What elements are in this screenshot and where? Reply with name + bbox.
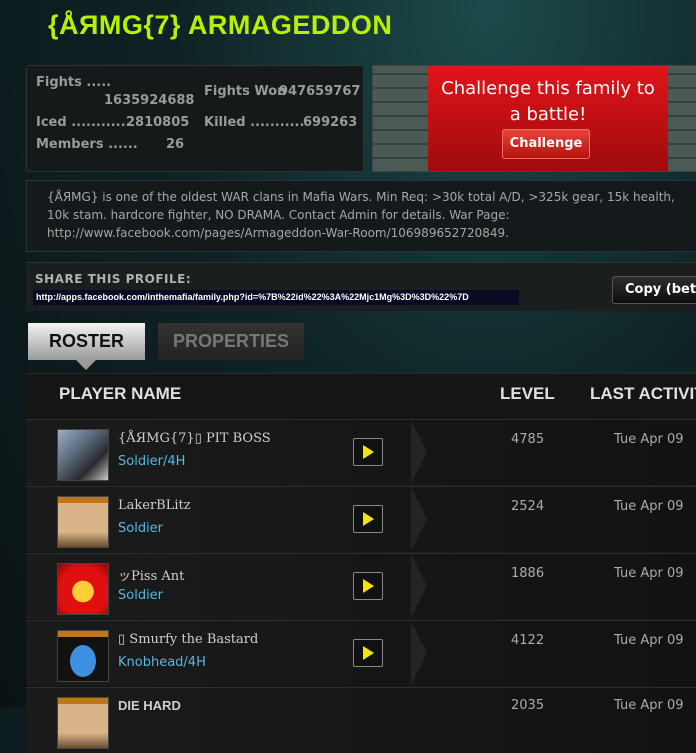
chevron-right-icon [411,554,427,618]
table-row: LakerBLitz Soldier 2524 Tue Apr 09 [26,486,696,552]
avatar[interactable] [57,429,109,481]
player-last-activity: Tue Apr 09 [614,566,684,581]
table-row: ッPiss Ant Soldier 1886 Tue Apr 09 [26,553,696,619]
fights-won-value: 947659767 [279,84,361,99]
play-button[interactable] [353,572,383,600]
player-name[interactable]: DIE HARD [118,698,181,713]
play-icon [363,512,374,526]
player-rank: Soldier [118,588,164,603]
player-last-activity: Tue Apr 09 [614,432,684,447]
active-tab-pointer [76,360,96,370]
avatar[interactable] [57,496,109,548]
player-last-activity: Tue Apr 09 [614,698,684,713]
play-button[interactable] [353,438,383,466]
header-last-activity[interactable]: LAST ACTIVITY [590,384,696,404]
fights-label: Fights ..... [36,75,112,90]
play-icon [363,579,374,593]
player-name[interactable]: LakerBLitz [118,498,191,513]
share-label: SHARE THIS PROFILE: [35,272,192,286]
player-level: 2035 [511,698,545,713]
player-name[interactable]: {ÅЯMG{7}▯ PIT BOSS [118,431,271,446]
fights-value: 1635924688 [104,93,195,108]
play-icon [363,445,374,459]
player-rank: Knobhead/4H [118,655,206,670]
family-description: {ÅЯMG} is one of the oldest WAR clans in… [47,190,675,240]
challenge-panel: Challenge this family to a battle! Chall… [372,65,696,172]
table-row: DIE HARD 2035 Tue Apr 09 [26,687,696,753]
brick-wall-left [373,66,433,171]
description-panel: {ÅЯMG} is one of the oldest WAR clans in… [26,180,696,252]
player-last-activity: Tue Apr 09 [614,499,684,514]
share-url-field[interactable]: http://apps.facebook.com/inthemafia/fami… [33,290,519,305]
challenge-button[interactable]: Challenge [502,129,590,159]
table-row: {ÅЯMG{7}▯ PIT BOSS Soldier/4H 4785 Tue A… [26,419,696,485]
members-value: 26 [166,137,185,152]
tab-roster[interactable]: ROSTER [28,323,145,360]
family-title: {ÅЯMG{7} ARMAGEDDON [48,10,393,40]
table-row: ▯ Smurfy the Bastard Knobhead/4H 4122 Tu… [26,620,696,686]
stats-panel: Fights ..... 1635924688 Fights Won 94765… [26,65,364,172]
challenge-text-line1: Challenge this family to [441,78,655,99]
player-name[interactable]: ッPiss Ant [118,565,184,584]
members-label: Members ...... [36,137,138,152]
challenge-text: Challenge this family to a battle! [428,76,668,128]
avatar[interactable] [57,630,109,682]
challenge-banner: Challenge this family to a battle! Chall… [428,66,668,171]
chevron-right-icon [411,487,427,551]
header-level[interactable]: LEVEL [500,384,555,404]
avatar[interactable] [57,697,109,749]
fights-won-label: Fights Won [204,84,287,99]
roster-table-header: PLAYER NAME LEVEL LAST ACTIVITY [26,373,696,419]
copy-button[interactable]: Copy (beta) [612,276,696,304]
header-player-name[interactable]: PLAYER NAME [59,384,181,404]
iced-label: Iced ............ [36,115,131,130]
avatar-figure [70,645,96,677]
play-button[interactable] [353,639,383,667]
player-rank: Soldier [118,521,164,536]
player-level: 1886 [511,566,545,581]
player-rank: Soldier/4H [118,454,186,469]
player-name[interactable]: ▯ Smurfy the Bastard [118,632,258,647]
share-panel: SHARE THIS PROFILE: http://apps.facebook… [26,262,696,311]
tab-properties[interactable]: PROPERTIES [158,323,304,360]
chevron-right-icon [411,621,427,685]
challenge-text-line2: a battle! [509,104,587,125]
player-last-activity: Tue Apr 09 [614,633,684,648]
killed-value: 699263 [303,115,358,130]
play-button[interactable] [353,505,383,533]
player-level: 4785 [511,432,545,447]
chevron-right-icon [411,420,427,484]
killed-label: Killed ........... [204,115,305,130]
player-level: 4122 [511,633,545,648]
iced-value: 2810805 [126,115,190,130]
player-level: 2524 [511,499,545,514]
avatar[interactable] [57,563,109,615]
play-icon [363,646,374,660]
